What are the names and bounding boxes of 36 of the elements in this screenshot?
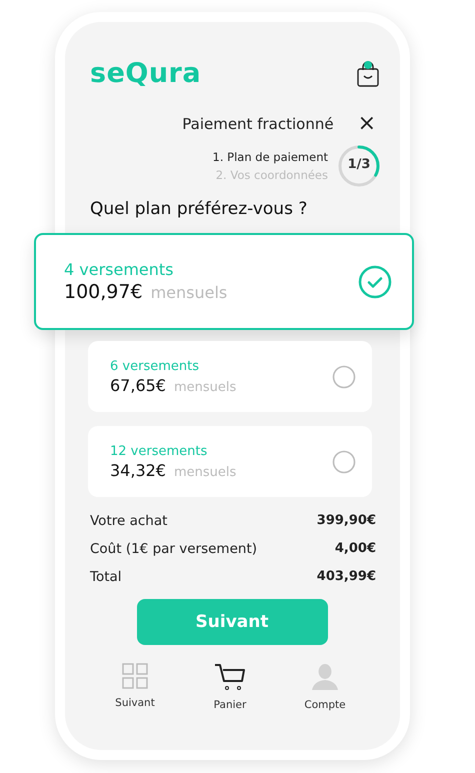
plan-label: 12 versements	[110, 444, 208, 458]
close-button[interactable]: ×	[352, 113, 382, 135]
radio-button[interactable]	[332, 364, 356, 388]
plan-label: 6 versements	[110, 358, 200, 374]
step-label: 2. Vos coordonnées	[216, 168, 328, 182]
nav-label[interactable]: Panier	[214, 699, 246, 711]
grid-icon[interactable]	[122, 663, 148, 689]
plan-unit: mensuels	[174, 380, 236, 394]
dialog-title: Paiement fractionné	[182, 115, 334, 133]
question-heading: Quel plan préférez-vous ?	[90, 199, 308, 219]
cart-icon[interactable]	[214, 663, 246, 691]
nav-label[interactable]: Compte	[304, 699, 346, 711]
plan-option[interactable]: 6 versements 67,65€ mensuels	[88, 341, 372, 412]
plan-label: 4 versements	[64, 260, 175, 279]
plan-unit: mensuels	[174, 464, 236, 480]
summary-value: 399,90€	[316, 513, 376, 529]
shopping-bag-icon[interactable]	[356, 60, 380, 88]
plan-amount: 100,97€	[64, 281, 143, 303]
summary-value: 4,00€	[334, 541, 376, 557]
plan-unit: mensuels	[150, 283, 228, 302]
logo: seQura	[90, 58, 202, 89]
step-label: 1. Plan de paiement	[212, 150, 328, 164]
summary-value: 403,99€	[316, 569, 376, 585]
radio-button[interactable]	[332, 450, 356, 474]
plan-amount: 34,32€	[110, 460, 166, 480]
plan-option[interactable]: 4 versements 100,97€ mensuels	[34, 233, 414, 330]
summary-label: Votre achat	[90, 513, 168, 529]
summary-label: Total	[90, 569, 122, 585]
plan-amount: 67,65€	[110, 376, 166, 394]
summary-label: Coût (1€ par versement)	[90, 541, 258, 557]
person-icon[interactable]	[311, 663, 339, 691]
check-circle-icon	[358, 264, 392, 298]
nav-label[interactable]: Suivant	[115, 697, 155, 709]
step-counter: 1/3	[346, 157, 372, 172]
plan-option[interactable]: 12 versements 34,32€ mensuels	[88, 426, 372, 497]
progress-ring	[336, 143, 382, 189]
